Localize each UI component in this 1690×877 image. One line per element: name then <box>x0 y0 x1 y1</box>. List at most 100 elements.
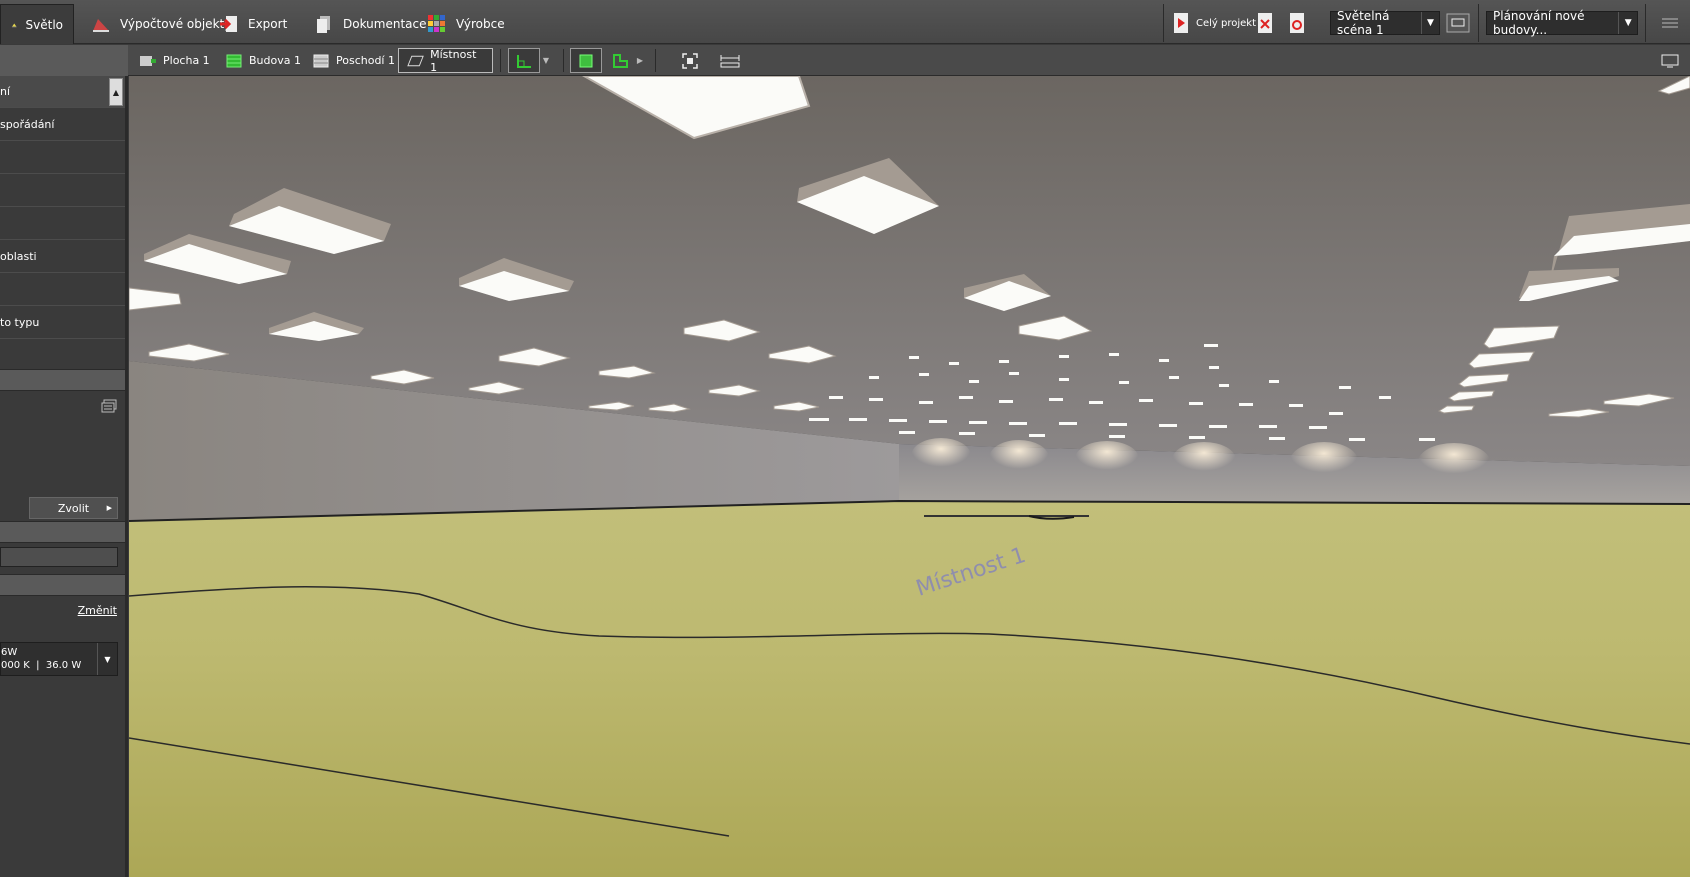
luminaire-panel: Změnit 6W 000 K | 36.0 W ▼ <box>0 596 125 678</box>
divider <box>500 49 501 72</box>
tab-label: Dokumentace <box>343 17 427 31</box>
chevron-up-icon: ▲ <box>112 87 120 97</box>
sidebar-item-label: spořádání <box>0 117 55 131</box>
sidebar-item[interactable] <box>0 273 125 306</box>
sidebar-item[interactable] <box>0 207 125 240</box>
choose-button-label: Zvolit <box>57 501 90 515</box>
ribbon: Světlo Výpočtové objekty Export Dokument… <box>0 0 1690 44</box>
chevron-right-icon: ▶ <box>106 504 112 512</box>
start-calculation-button[interactable]: Celý projekt <box>1174 4 1256 42</box>
planning-value: Plánování nové budovy... <box>1493 9 1585 37</box>
plan-view-icon <box>517 54 531 68</box>
panel-toggle-button[interactable] <box>1660 4 1680 42</box>
light-scene-select[interactable]: Světelná scéna 1 ▼ <box>1330 9 1440 37</box>
name-input[interactable] <box>0 547 118 567</box>
sidebar-item[interactable] <box>0 174 125 207</box>
divider <box>655 49 656 72</box>
room-icon <box>407 55 424 66</box>
luminaire-specs: 000 K | 36.0 W <box>1 660 82 671</box>
fit-view-icon <box>682 52 698 69</box>
3d-viewport[interactable]: Místnost 1 <box>129 76 1690 877</box>
sidebar-item[interactable]: spořádání <box>0 108 125 141</box>
sidebar-item[interactable]: ní <box>0 76 125 108</box>
breadcrumb-label: Budova 1 <box>249 54 301 67</box>
lamp-icon <box>11 23 17 27</box>
whole-project-label: Celý projekt <box>1196 17 1257 29</box>
left-panel: ní ▲ spořádání oblasti to typu Zvolit ▶ … <box>0 76 128 877</box>
calculation-objects-icon <box>93 19 109 32</box>
room-render: Místnost 1 <box>129 76 1690 877</box>
chevron-right-icon: ▶ <box>636 56 644 65</box>
properties-icon[interactable] <box>101 399 117 413</box>
tab-label: Výrobce <box>456 17 505 31</box>
presentation-button[interactable] <box>1446 4 1470 42</box>
chevron-down-icon: ▼ <box>97 643 117 675</box>
divider <box>1478 4 1479 42</box>
monitor-icon <box>1446 13 1470 33</box>
breadcrumb-building[interactable]: Budova 1 <box>217 48 309 73</box>
breadcrumb-label: Plocha 1 <box>163 54 210 67</box>
3d-room-icon <box>579 54 593 67</box>
tab-label: Světlo <box>25 17 63 32</box>
view-toolbar: Plocha 1 Budova 1 Poschodí 1 Místnost 1 … <box>0 45 1690 76</box>
gear-icon <box>1290 13 1304 33</box>
floor-plan-more[interactable]: ▶ <box>632 48 648 73</box>
chevron-down-icon: ▼ <box>1618 12 1637 34</box>
3d-view-button[interactable] <box>570 48 602 73</box>
tab-label: Export <box>248 17 288 31</box>
start-icon <box>1174 13 1188 33</box>
tab-manufacturer[interactable]: Výrobce <box>416 4 515 44</box>
sidebar-header-strip <box>0 45 128 76</box>
chevron-down-icon: ▼ <box>542 56 550 65</box>
change-link[interactable]: Změnit <box>78 604 117 617</box>
measure-button[interactable] <box>714 48 746 73</box>
calculation-settings-button[interactable] <box>1290 4 1304 42</box>
view-mode-dropdown[interactable]: ▼ <box>538 48 554 73</box>
divider <box>563 49 564 72</box>
sidebar-item-label: ní <box>0 85 11 98</box>
luminaire-select[interactable]: 6W 000 K | 36.0 W ▼ <box>0 642 118 676</box>
choose-button[interactable]: Zvolit ▶ <box>29 497 118 519</box>
tab-light[interactable]: Světlo <box>0 4 74 44</box>
view-mode-button[interactable] <box>508 48 540 73</box>
section-header <box>0 369 125 391</box>
section-header <box>0 574 125 596</box>
section-header <box>0 521 125 543</box>
breadcrumb-site[interactable]: Plocha 1 <box>131 48 218 73</box>
chevron-down-icon: ▼ <box>1420 12 1439 34</box>
display-settings-button[interactable] <box>1654 48 1686 73</box>
sidebar-item[interactable] <box>0 339 125 369</box>
delete-results-button[interactable] <box>1258 4 1272 42</box>
luminaire-name: 6W <box>1 647 18 658</box>
sidebar-item[interactable]: oblasti <box>0 240 125 273</box>
divider <box>1163 4 1164 42</box>
delete-icon <box>1258 13 1272 33</box>
manufacturer-icon <box>428 15 445 32</box>
sidebar-item-label: to typu <box>0 315 40 329</box>
planning-select[interactable]: Plánování nové budovy... ▼ <box>1486 9 1638 37</box>
sidebar-item[interactable]: to typu <box>0 306 125 339</box>
site-icon <box>140 55 156 66</box>
documentation-icon <box>317 16 330 33</box>
ruler-icon <box>720 54 740 67</box>
sidebar-item-label: oblasti <box>0 249 37 263</box>
breadcrumb-floor[interactable]: Poschodí 1 <box>304 48 403 73</box>
layout-icon <box>1662 18 1678 28</box>
name-panel <box>0 543 125 574</box>
scroll-up-button[interactable]: ▲ <box>109 78 123 106</box>
selection-panel: Zvolit ▶ <box>0 391 125 521</box>
tab-export[interactable]: Export <box>208 4 297 44</box>
breadcrumb-label: Místnost 1 <box>430 47 477 74</box>
sidebar-item[interactable] <box>0 141 125 174</box>
export-icon <box>220 16 237 32</box>
breadcrumb-label: Poschodí 1 <box>336 54 395 67</box>
light-scene-value: Světelná scéna 1 <box>1337 9 1390 37</box>
breadcrumb-room[interactable]: Místnost 1 <box>398 47 493 74</box>
monitor-icon <box>1661 54 1679 67</box>
building-icon <box>226 54 242 67</box>
zoom-extents-button[interactable] <box>674 48 706 73</box>
divider <box>1645 4 1646 42</box>
floor-icon <box>313 54 329 67</box>
empty-panel <box>0 678 125 858</box>
floor <box>129 501 1690 877</box>
